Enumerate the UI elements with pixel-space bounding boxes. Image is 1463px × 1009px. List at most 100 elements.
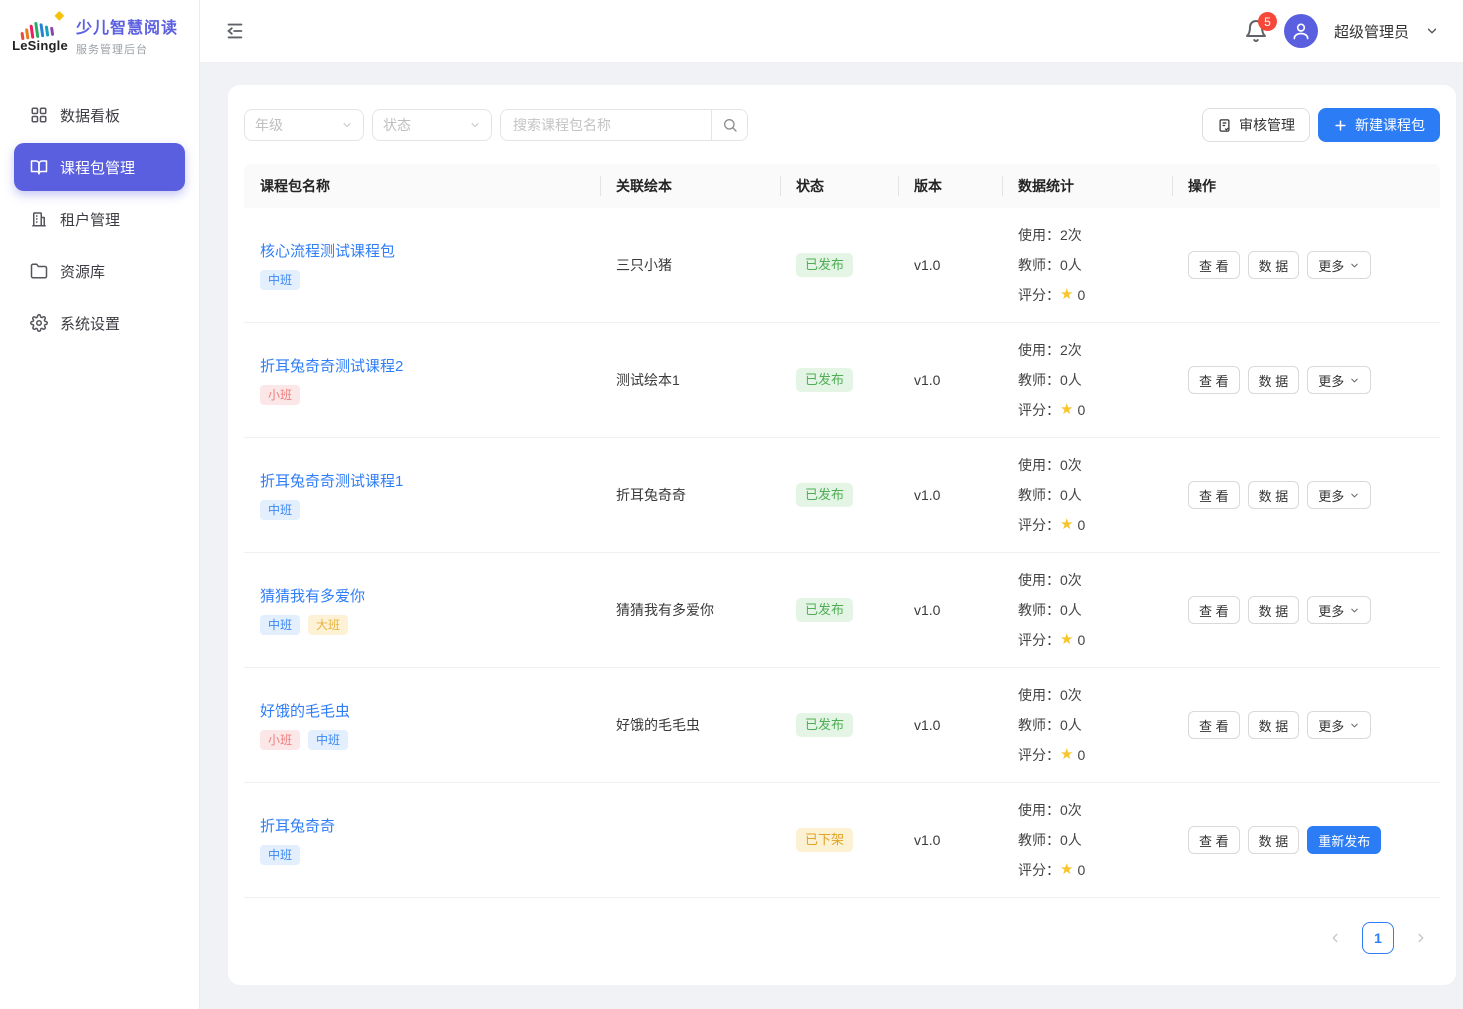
usage-value: 0次 [1060, 795, 1082, 825]
avatar[interactable] [1284, 14, 1318, 48]
chevron-down-icon[interactable] [1425, 24, 1439, 38]
rating-value: 0 [1077, 625, 1085, 655]
package-name-link[interactable]: 折耳兔奇奇测试课程1 [260, 470, 403, 491]
data-button[interactable]: 数 据 [1248, 251, 1300, 279]
usage-label: 使用： [1018, 565, 1060, 595]
lesingle-logo-icon: LeSingle [14, 18, 66, 53]
dashboard-icon [30, 106, 48, 124]
table-row: 猜猜我有多爱你中班大班猜猜我有多爱你已发布v1.0使用：0次教师：0人评分：★0… [244, 553, 1440, 668]
page-number-button[interactable]: 1 [1362, 922, 1394, 954]
teachers-value: 0人 [1060, 480, 1082, 510]
review-manage-button[interactable]: 审核管理 [1202, 108, 1310, 142]
user-name[interactable]: 超级管理员 [1334, 21, 1409, 42]
grade-filter-select[interactable]: 年级 [244, 109, 364, 141]
package-name-link[interactable]: 折耳兔奇奇 [260, 815, 335, 836]
create-package-button[interactable]: 新建课程包 [1318, 108, 1440, 142]
more-dropdown-button[interactable]: 更多 [1307, 366, 1371, 394]
status-filter-select[interactable]: 状态 [372, 109, 492, 141]
related-book-cell: 三只小猪 [600, 255, 780, 275]
stats-cell: 使用：2次教师：0人评分：★0 [1002, 220, 1172, 310]
stats-cell: 使用：0次教师：0人评分：★0 [1002, 450, 1172, 540]
logo-text: LeSingle [12, 38, 68, 53]
sidebar-item-dashboard[interactable]: 数据看板 [14, 91, 185, 139]
data-button[interactable]: 数 据 [1248, 366, 1300, 394]
grade-tags: 中班 [260, 270, 600, 290]
view-button[interactable]: 查 看 [1188, 366, 1240, 394]
status-cell: 已发布 [780, 713, 898, 737]
search-input[interactable] [501, 110, 711, 140]
folder-icon [30, 262, 48, 280]
actions-cell: 查 看数 据更多 [1172, 596, 1440, 624]
teachers-stat: 教师：0人 [1018, 250, 1172, 280]
view-button[interactable]: 查 看 [1188, 481, 1240, 509]
sidebar: LeSingle 少儿智慧阅读 服务管理后台 数据看板 课程包管理 租户管理 [0, 0, 200, 1009]
status-cell: 已下架 [780, 828, 898, 852]
teachers-value: 0人 [1060, 595, 1082, 625]
column-header-status: 状态 [780, 176, 898, 196]
view-button[interactable]: 查 看 [1188, 711, 1240, 739]
usage-label: 使用： [1018, 335, 1060, 365]
chevron-down-icon [341, 119, 353, 131]
data-button[interactable]: 数 据 [1248, 711, 1300, 739]
version-cell: v1.0 [898, 257, 1002, 273]
more-dropdown-button[interactable]: 更多 [1307, 251, 1371, 279]
teachers-label: 教师： [1018, 825, 1060, 855]
package-name-link[interactable]: 核心流程测试课程包 [260, 240, 395, 261]
view-button[interactable]: 查 看 [1188, 251, 1240, 279]
teachers-stat: 教师：0人 [1018, 480, 1172, 510]
related-book-name: 猜猜我有多爱你 [616, 602, 714, 618]
status-badge: 已发布 [796, 713, 853, 737]
next-page-icon[interactable] [1414, 931, 1428, 945]
previous-page-icon[interactable] [1328, 931, 1342, 945]
actions-cell: 查 看数 据更多 [1172, 711, 1440, 739]
view-button[interactable]: 查 看 [1188, 596, 1240, 624]
sidebar-collapse-icon[interactable] [224, 20, 246, 42]
star-icon: ★ [1060, 280, 1073, 310]
package-name-link[interactable]: 折耳兔奇奇测试课程2 [260, 355, 403, 376]
stats-cell: 使用：0次教师：0人评分：★0 [1002, 565, 1172, 655]
usage-label: 使用： [1018, 220, 1060, 250]
table-body: 核心流程测试课程包中班三只小猪已发布v1.0使用：2次教师：0人评分：★0查 看… [244, 208, 1440, 898]
sidebar-item-settings[interactable]: 系统设置 [14, 299, 185, 347]
teachers-label: 教师： [1018, 595, 1060, 625]
chevron-down-icon [1349, 720, 1360, 731]
data-button[interactable]: 数 据 [1248, 481, 1300, 509]
usage-value: 2次 [1060, 335, 1082, 365]
grade-tag: 中班 [260, 845, 300, 865]
sidebar-item-tenants[interactable]: 租户管理 [14, 195, 185, 243]
grade-tag: 中班 [260, 500, 300, 520]
search-group [500, 109, 748, 141]
data-button[interactable]: 数 据 [1248, 596, 1300, 624]
rating-label: 评分： [1018, 855, 1060, 885]
pagination: 1 [244, 898, 1440, 954]
package-name-link[interactable]: 好饿的毛毛虫 [260, 700, 350, 721]
stats-cell: 使用：0次教师：0人评分：★0 [1002, 795, 1172, 885]
building-icon [30, 210, 48, 228]
more-dropdown-button[interactable]: 更多 [1307, 711, 1371, 739]
related-book-cell: 折耳兔奇奇 [600, 485, 780, 505]
usage-stat: 使用：0次 [1018, 680, 1172, 710]
republish-button[interactable]: 重新发布 [1307, 826, 1381, 854]
grade-tags: 小班 [260, 385, 600, 405]
version-cell: v1.0 [898, 602, 1002, 618]
table-row: 折耳兔奇奇中班已下架v1.0使用：0次教师：0人评分：★0查 看数 据重新发布 [244, 783, 1440, 898]
sidebar-item-label: 数据看板 [60, 105, 120, 126]
more-dropdown-button[interactable]: 更多 [1307, 481, 1371, 509]
rating-label: 评分： [1018, 395, 1060, 425]
chevron-down-icon [1349, 375, 1360, 386]
sidebar-item-course-packages[interactable]: 课程包管理 [14, 143, 185, 191]
notification-bell-icon[interactable]: 5 [1244, 19, 1268, 43]
logo-bars-icon [19, 15, 54, 39]
package-name-link[interactable]: 猜猜我有多爱你 [260, 585, 365, 606]
app-title: 少儿智慧阅读 [76, 14, 178, 38]
status-cell: 已发布 [780, 253, 898, 277]
view-button[interactable]: 查 看 [1188, 826, 1240, 854]
status-badge: 已发布 [796, 598, 853, 622]
more-dropdown-button[interactable]: 更多 [1307, 596, 1371, 624]
usage-stat: 使用：0次 [1018, 450, 1172, 480]
data-button[interactable]: 数 据 [1248, 826, 1300, 854]
package-name-cell: 折耳兔奇奇中班 [244, 815, 600, 865]
teachers-label: 教师： [1018, 480, 1060, 510]
search-icon[interactable] [711, 110, 747, 140]
sidebar-item-resources[interactable]: 资源库 [14, 247, 185, 295]
